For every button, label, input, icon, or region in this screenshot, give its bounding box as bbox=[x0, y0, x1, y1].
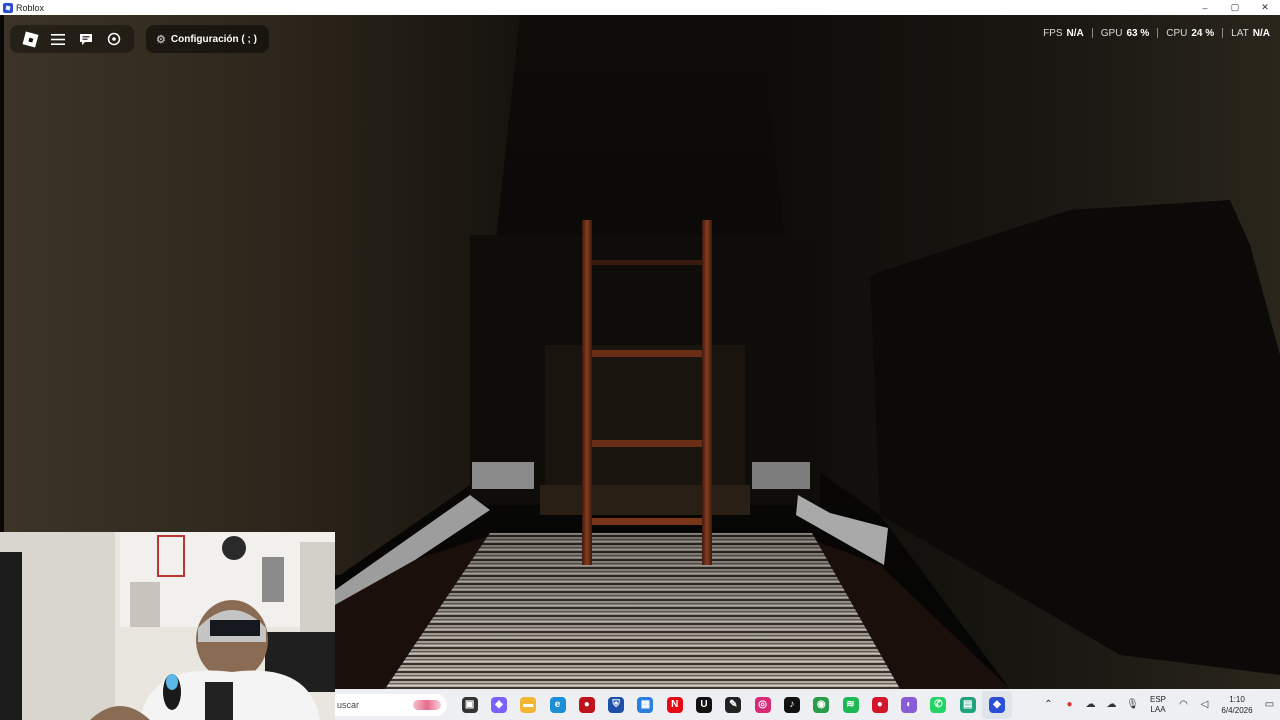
taskbar-app-store[interactable]: ▦ bbox=[631, 691, 660, 719]
taskbar-app-app-record[interactable]: ● bbox=[865, 691, 894, 719]
roblox-icon: ◆ bbox=[988, 696, 1005, 713]
stat-label: GPU bbox=[1100, 28, 1123, 39]
taskbar-app-file-explorer[interactable]: ▬ bbox=[514, 691, 543, 719]
taskbar-app-chrome[interactable]: ◉ bbox=[807, 691, 836, 719]
window-controls: – ▢ ✕ bbox=[1190, 0, 1280, 15]
taskbar-app-app-circle[interactable]: ◐ bbox=[894, 691, 923, 719]
stat-value: 24 % bbox=[1191, 28, 1215, 39]
app-circle-icon: ◐ bbox=[901, 696, 918, 713]
windows-taskbar: uscar ▣ ◆ ▬ e ● ⛨ ▦ N U ✎ ◎ ♪ ◉ ≋ ● ◐ ✆ ▤ ◆ ⌃ ● ☁ ☁ 🎙 ESP L… bbox=[335, 689, 1280, 720]
hamburger-icon bbox=[51, 33, 65, 45]
webcam-feed bbox=[0, 532, 335, 720]
onedrive-icon[interactable]: ☁ bbox=[1080, 699, 1101, 710]
chat-icon bbox=[80, 33, 92, 45]
chevron-up-icon[interactable]: ⌃ bbox=[1038, 699, 1059, 710]
app-record-icon: ● bbox=[871, 696, 888, 713]
cloud-icon[interactable]: ☁ bbox=[1101, 699, 1122, 710]
notification-icon[interactable]: ▭ bbox=[1259, 699, 1280, 710]
roblox-app-icon bbox=[3, 2, 13, 13]
copilot-icon: ◆ bbox=[490, 696, 507, 713]
spotify-icon: ≋ bbox=[842, 696, 859, 713]
taskbar-app-app-notes[interactable]: ✎ bbox=[719, 691, 748, 719]
stat-divider bbox=[1222, 28, 1224, 38]
taskbar-app-app-shield[interactable]: ⛨ bbox=[601, 691, 630, 719]
app-red-icon: ● bbox=[578, 696, 595, 713]
taskbar-app-task-view[interactable]: ▣ bbox=[455, 691, 484, 719]
netflix-icon: N bbox=[666, 696, 683, 713]
taskbar-app-spotify[interactable]: ≋ bbox=[836, 691, 865, 719]
app-shield-icon: ⛨ bbox=[608, 696, 625, 713]
clock-date: 6/4/2026 bbox=[1221, 705, 1253, 715]
maximize-button[interactable]: ▢ bbox=[1220, 0, 1250, 15]
taskbar-app-app-u[interactable]: U bbox=[689, 691, 718, 719]
tray-app-icon[interactable]: ● bbox=[1059, 699, 1080, 710]
chrome-icon: ◉ bbox=[813, 696, 830, 713]
window-titlebar: Roblox – ▢ ✕ bbox=[0, 0, 1280, 15]
webcam-overlay bbox=[0, 532, 335, 720]
stat-value: N/A bbox=[1066, 28, 1084, 39]
microphone-icon[interactable]: 🎙 bbox=[1122, 699, 1143, 710]
language-top: ESP bbox=[1149, 694, 1166, 704]
language-bottom: LAA bbox=[1150, 704, 1166, 714]
taskbar-app-whatsapp[interactable]: ✆ bbox=[924, 691, 953, 719]
stat-divider bbox=[1091, 28, 1093, 38]
language-indicator[interactable]: ESP LAA bbox=[1143, 695, 1173, 715]
emotes-icon bbox=[107, 32, 121, 46]
stat-cpu: CPU 24 % bbox=[1166, 28, 1214, 39]
gear-icon: ⚙ bbox=[156, 33, 166, 46]
chat-button[interactable] bbox=[72, 25, 100, 53]
hamburger-menu-button[interactable] bbox=[44, 25, 72, 53]
emotes-button[interactable] bbox=[100, 25, 128, 53]
file-explorer-icon: ▬ bbox=[520, 696, 537, 713]
stat-divider bbox=[1157, 28, 1159, 38]
stat-gpu: GPU 63 % bbox=[1101, 28, 1149, 39]
roblox-logo-icon bbox=[22, 31, 38, 47]
close-button[interactable]: ✕ bbox=[1250, 0, 1280, 15]
edge-icon: e bbox=[549, 696, 566, 713]
taskbar-app-tiktok[interactable]: ♪ bbox=[777, 691, 806, 719]
stat-value: N/A bbox=[1252, 28, 1270, 39]
stat-fps: FPS N/A bbox=[1043, 28, 1084, 39]
instagram-icon: ◎ bbox=[754, 696, 771, 713]
stat-label: CPU bbox=[1166, 28, 1188, 39]
taskbar-app-app-red[interactable]: ● bbox=[572, 691, 601, 719]
tiktok-icon: ♪ bbox=[783, 696, 800, 713]
performance-stats: FPS N/A GPU 63 % CPU 24 % LAT N/A bbox=[1043, 28, 1270, 39]
clock[interactable]: 1:10 6/4/2026 bbox=[1215, 694, 1259, 716]
settings-button[interactable]: ⚙ Configuración ( ; ) bbox=[146, 25, 269, 53]
roblox-topbar bbox=[10, 25, 134, 53]
window-title: Roblox bbox=[16, 2, 45, 13]
taskbar-app-netflix[interactable]: N bbox=[660, 691, 689, 719]
system-tray: ⌃ ● ☁ ☁ 🎙 ESP LAA ◠ ◁ 1:10 6/4/2026 ▭ bbox=[1038, 689, 1280, 720]
minimize-button[interactable]: – bbox=[1190, 0, 1220, 15]
search-highlight-decoration bbox=[413, 699, 441, 710]
clock-time: 1:10 bbox=[1229, 694, 1245, 704]
app-u-icon: U bbox=[696, 696, 713, 713]
taskbar-app-edge[interactable]: e bbox=[543, 691, 572, 719]
search-placeholder: uscar bbox=[337, 699, 360, 710]
stat-value: 63 % bbox=[1126, 28, 1150, 39]
stat-label: LAT bbox=[1231, 28, 1249, 39]
volume-icon[interactable]: ◁ bbox=[1194, 699, 1215, 710]
app-green-icon: ▤ bbox=[959, 696, 976, 713]
roblox-menu-button[interactable] bbox=[16, 25, 44, 53]
stat-label: FPS bbox=[1043, 28, 1063, 39]
whatsapp-icon: ✆ bbox=[930, 696, 947, 713]
taskbar-app-app-green[interactable]: ▤ bbox=[953, 691, 982, 719]
taskbar-app-instagram[interactable]: ◎ bbox=[748, 691, 777, 719]
settings-label: Configuración ( ; ) bbox=[170, 33, 257, 45]
stat-lat: LAT N/A bbox=[1231, 28, 1270, 39]
taskbar-app-roblox[interactable]: ◆ bbox=[982, 690, 1012, 719]
app-notes-icon: ✎ bbox=[725, 696, 742, 713]
taskbar-search[interactable]: uscar bbox=[335, 693, 447, 716]
taskbar-apps: ▣ ◆ ▬ e ● ⛨ ▦ N U ✎ ◎ ♪ ◉ ≋ ● ◐ ✆ ▤ ◆ bbox=[455, 690, 1012, 719]
task-view-icon: ▣ bbox=[461, 696, 478, 713]
wifi-icon[interactable]: ◠ bbox=[1173, 699, 1194, 710]
taskbar-app-copilot[interactable]: ◆ bbox=[484, 691, 513, 719]
store-icon: ▦ bbox=[637, 696, 654, 713]
